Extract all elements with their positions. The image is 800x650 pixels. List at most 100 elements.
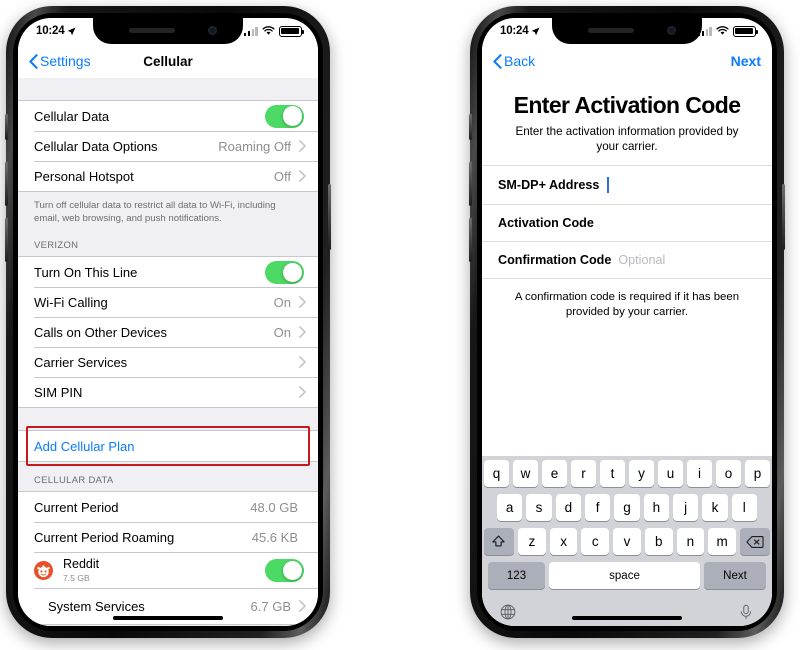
key-t[interactable]: t xyxy=(600,460,625,487)
key-k[interactable]: k xyxy=(702,494,728,521)
row-add-cellular-plan[interactable]: Add Cellular Plan xyxy=(18,431,318,462)
chevron-right-icon xyxy=(299,170,306,182)
volume-down-button[interactable] xyxy=(469,218,472,262)
turn-on-line-toggle[interactable] xyxy=(265,260,304,284)
key-v[interactable]: v xyxy=(613,528,641,555)
row-value: 45.6 KB xyxy=(251,529,298,545)
chevron-right-icon xyxy=(299,140,306,152)
key-s[interactable]: s xyxy=(526,494,552,521)
key-i[interactable]: i xyxy=(687,460,712,487)
notch xyxy=(93,18,243,44)
backspace-key[interactable] xyxy=(740,528,771,555)
key-f[interactable]: f xyxy=(585,494,611,521)
key-r[interactable]: r xyxy=(571,460,596,487)
back-button[interactable]: Back xyxy=(493,53,535,69)
row-carrier-services[interactable]: Carrier Services xyxy=(18,347,318,378)
back-label: Settings xyxy=(40,53,91,69)
form-spacer xyxy=(482,332,772,456)
space-key[interactable]: space xyxy=(549,562,700,589)
chevron-right-icon xyxy=(299,296,306,309)
add-cellular-plan-group: Add Cellular Plan xyxy=(18,430,318,463)
toggle-knob xyxy=(282,106,303,126)
key-z[interactable]: z xyxy=(517,528,546,555)
key-d[interactable]: d xyxy=(555,494,581,521)
shift-key[interactable] xyxy=(483,528,514,555)
row-personal-hotspot[interactable]: Personal Hotspot Off xyxy=(18,161,318,191)
home-indicator[interactable] xyxy=(113,616,223,620)
notch xyxy=(552,18,702,44)
globe-icon[interactable] xyxy=(500,604,516,620)
key-m[interactable]: m xyxy=(708,528,737,555)
onscreen-keyboard[interactable]: q w e r t y u i o p a s d f g h j k l z … xyxy=(482,456,772,626)
numbers-key[interactable]: 123 xyxy=(488,562,545,589)
mute-switch[interactable] xyxy=(5,114,8,140)
location-arrow-icon xyxy=(532,27,540,35)
key-o[interactable]: o xyxy=(716,460,741,487)
reddit-cellular-toggle[interactable] xyxy=(265,558,304,582)
field-confirmation-code[interactable]: Confirmation Code Optional xyxy=(482,240,772,278)
next-button[interactable]: Next xyxy=(731,53,761,69)
row-label: Current Period Roaming xyxy=(34,529,175,545)
key-c[interactable]: c xyxy=(581,528,610,555)
cellular-settings-list[interactable]: Cellular Data Cellular Data Options Roam… xyxy=(18,78,318,626)
key-x[interactable]: x xyxy=(549,528,578,555)
field-activation-code[interactable]: Activation Code xyxy=(482,203,772,241)
volume-up-button[interactable] xyxy=(5,162,8,206)
row-label: Calls on Other Devices xyxy=(34,324,167,340)
volume-up-button[interactable] xyxy=(469,162,472,206)
power-button[interactable] xyxy=(782,184,785,250)
row-current-period-roaming[interactable]: Current Period Roaming 45.6 KB xyxy=(18,522,318,553)
field-sm-dp-address[interactable]: SM-DP+ Address xyxy=(482,164,772,204)
chevron-right-icon xyxy=(299,326,306,339)
microphone-icon[interactable] xyxy=(738,604,754,620)
key-y[interactable]: y xyxy=(629,460,654,487)
back-to-settings-button[interactable]: Settings xyxy=(29,53,91,69)
row-calls-on-other-devices[interactable]: Calls on Other Devices On xyxy=(18,317,318,348)
chevron-right-icon xyxy=(299,356,306,369)
key-p[interactable]: p xyxy=(745,460,770,487)
keyboard-row-1: q w e r t y u i o p xyxy=(484,460,770,487)
key-q[interactable]: q xyxy=(484,460,509,487)
key-n[interactable]: n xyxy=(676,528,705,555)
row-cellular-data-options[interactable]: Cellular Data Options Roaming Off xyxy=(18,131,318,161)
earpiece-speaker-icon xyxy=(588,28,634,33)
row-cellular-data[interactable]: Cellular Data xyxy=(18,101,318,131)
key-a[interactable]: a xyxy=(497,494,523,521)
row-turn-on-this-line[interactable]: Turn On This Line xyxy=(18,257,318,288)
cellular-data-footnote: Turn off cellular data to restrict all d… xyxy=(34,200,276,225)
key-g[interactable]: g xyxy=(614,494,640,521)
mute-switch[interactable] xyxy=(469,114,472,140)
row-label: Personal Hotspot xyxy=(34,168,134,184)
cellular-data-toggle[interactable] xyxy=(265,104,304,128)
home-indicator[interactable] xyxy=(572,616,682,620)
shift-arrow-icon xyxy=(492,535,506,547)
app-name: Reddit xyxy=(63,557,100,572)
right-phone-screen: 10:24 Back Next Enter Activation Code En… xyxy=(482,18,772,626)
power-button[interactable] xyxy=(328,184,331,250)
row-app-reddit[interactable]: Reddit 7.5 GB xyxy=(18,552,318,588)
row-sim-pin[interactable]: SIM PIN xyxy=(18,377,318,408)
key-b[interactable]: b xyxy=(644,528,673,555)
row-wifi-calling[interactable]: Wi-Fi Calling On xyxy=(18,287,318,318)
chevron-left-icon xyxy=(493,53,502,69)
key-l[interactable]: l xyxy=(731,494,757,521)
chevron-left-icon xyxy=(29,53,38,69)
activation-header: Enter Activation Code Enter the activati… xyxy=(482,78,772,165)
volume-down-button[interactable] xyxy=(5,218,8,262)
toggle-knob xyxy=(282,560,303,581)
row-value: On xyxy=(273,324,291,340)
key-u[interactable]: u xyxy=(658,460,683,487)
return-next-key[interactable]: Next xyxy=(704,562,766,589)
key-j[interactable]: j xyxy=(672,494,699,521)
row-value: On xyxy=(273,294,291,310)
activation-subtitle: Enter the activation information provide… xyxy=(515,125,739,154)
chevron-right-icon xyxy=(299,386,306,399)
key-w[interactable]: w xyxy=(513,460,538,487)
chevron-right-icon xyxy=(299,600,306,613)
key-h[interactable]: h xyxy=(643,494,669,521)
row-current-period[interactable]: Current Period 48.0 GB xyxy=(18,492,318,523)
row-label: Current Period xyxy=(34,499,119,515)
key-e[interactable]: e xyxy=(542,460,567,487)
group-gap xyxy=(18,408,318,430)
app-info: Reddit 7.5 GB xyxy=(63,557,265,584)
